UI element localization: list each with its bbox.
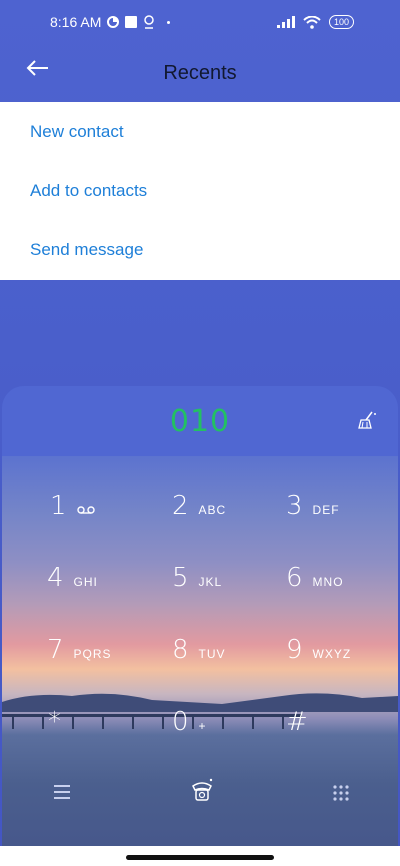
voicemail-icon	[76, 506, 95, 514]
key-6[interactable]: 6 MNO	[286, 550, 396, 606]
key-digit: #	[286, 707, 308, 737]
back-arrow-icon[interactable]	[24, 56, 52, 80]
page-title: Recents	[163, 61, 237, 84]
key-digit: 2	[172, 491, 189, 521]
key-8[interactable]: 8 TUV	[172, 622, 282, 678]
dialed-number[interactable]: 010	[2, 404, 398, 439]
key-letters: JKL	[198, 575, 223, 589]
key-digit: *	[48, 707, 61, 737]
key-digit: 7	[47, 635, 64, 665]
key-letters: +	[198, 719, 207, 733]
menu-item-add-to-contacts[interactable]: Add to contacts	[0, 161, 400, 220]
key-letters: GHI	[73, 575, 98, 589]
location-notification-icon	[144, 15, 155, 29]
key-digit: 9	[286, 635, 303, 665]
key-letters: WXYZ	[312, 647, 352, 661]
key-0[interactable]: 0 +	[172, 694, 282, 750]
key-digit: 1	[50, 491, 67, 521]
key-2[interactable]: 2 ABC	[172, 478, 282, 534]
key-digit: 8	[172, 635, 189, 665]
key-9[interactable]: 9 WXYZ	[286, 622, 396, 678]
key-star[interactable]: *	[48, 694, 158, 750]
broom-icon[interactable]	[354, 408, 380, 434]
more-notifications-icon	[167, 20, 171, 24]
key-digit: 4	[47, 563, 64, 593]
key-letters: TUV	[198, 647, 226, 661]
key-hash[interactable]: #	[286, 694, 396, 750]
key-letters: DEF	[312, 503, 340, 517]
status-bar: 8:16 AM 100	[0, 0, 400, 44]
key-3[interactable]: 3 DEF	[286, 478, 396, 534]
dialer-bottom-row	[2, 776, 398, 816]
app-notification-icon	[107, 16, 120, 28]
key-1[interactable]: 1	[50, 478, 160, 534]
square-notification-icon	[125, 16, 138, 28]
key-letters: ABC	[198, 503, 227, 517]
key-letters: MNO	[312, 575, 344, 589]
key-digit: 5	[172, 563, 189, 593]
key-7[interactable]: 7 PQRS	[47, 622, 157, 678]
home-indicator[interactable]	[126, 855, 274, 860]
menu-item-send-message[interactable]: Send message	[0, 220, 400, 279]
call-icon[interactable]	[188, 776, 216, 806]
menu-item-new-contact[interactable]: New contact	[0, 102, 400, 161]
keypad-icon[interactable]	[332, 784, 350, 802]
signal-icon	[276, 16, 295, 28]
key-letters: PQRS	[73, 647, 112, 661]
dialer-panel: 010 1 2 ABC 3 DEF 4 GHI 5 JKL 6 MNO 7 PQ…	[2, 386, 398, 866]
status-left: 8:16 AM	[50, 14, 171, 30]
menu-lines-icon[interactable]	[52, 784, 72, 800]
key-digit: 0	[172, 707, 189, 737]
key-digit: 3	[286, 491, 303, 521]
key-4[interactable]: 4 GHI	[47, 550, 157, 606]
key-5[interactable]: 5 JKL	[172, 550, 282, 606]
app-header: Recents	[0, 44, 400, 102]
key-digit: 6	[286, 563, 303, 593]
battery-level: 100	[333, 16, 349, 27]
battery-icon: 100	[328, 15, 354, 29]
context-menu: New contact Add to contacts Send message	[0, 102, 400, 280]
status-right: 100	[276, 15, 354, 29]
status-time: 8:16 AM	[50, 14, 102, 30]
wifi-icon	[303, 15, 321, 29]
